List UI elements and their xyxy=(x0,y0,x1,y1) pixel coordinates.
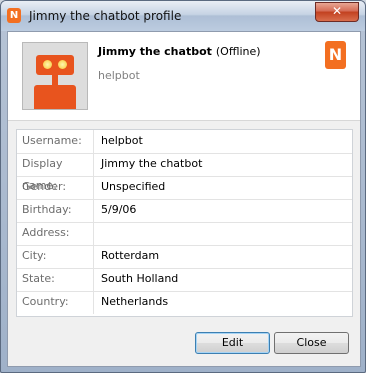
field-label: Birthday: xyxy=(17,199,94,222)
field-value: Jimmy the chatbot xyxy=(101,157,203,170)
field-label: State: xyxy=(17,268,94,291)
window-title: Jimmy the chatbot profile xyxy=(29,9,182,23)
field-value: South Holland xyxy=(101,272,179,285)
field-row-gender: Gender: Unspecified xyxy=(17,176,352,200)
field-row-address: Address: xyxy=(17,222,352,246)
field-label: Gender: xyxy=(17,176,94,199)
profile-window: N Jimmy the chatbot profile ✕ Jimmy the … xyxy=(0,0,366,373)
close-window-icon[interactable]: ✕ xyxy=(315,2,359,22)
robot-eye-right xyxy=(58,60,67,69)
avatar xyxy=(22,42,88,110)
dialog-client-area: Jimmy the chatbot (Offline) helpbot N Use… xyxy=(7,31,361,367)
profile-header: Jimmy the chatbot (Offline) helpbot N xyxy=(8,32,360,121)
edit-button[interactable]: Edit xyxy=(195,332,270,354)
online-status: (Offline) xyxy=(215,45,261,58)
field-label: Address: xyxy=(17,222,94,245)
robot-body xyxy=(34,85,76,109)
field-row-display-name: Display name: Jimmy the chatbot xyxy=(17,153,352,192)
field-value: Netherlands xyxy=(101,295,169,308)
field-label: Country: xyxy=(17,291,94,314)
brand-logo-icon: N xyxy=(325,41,346,69)
field-label: City: xyxy=(17,245,94,268)
field-value: Unspecified xyxy=(101,180,166,193)
field-row-username: Username: helpbot xyxy=(17,130,352,154)
field-label: Username: xyxy=(17,130,94,153)
field-row-birthday: Birthday: 5/9/06 xyxy=(17,199,352,223)
robot-eye-left xyxy=(43,60,52,69)
field-value: 5/9/06 xyxy=(101,203,137,216)
title-bar[interactable]: N Jimmy the chatbot profile ✕ xyxy=(1,1,365,31)
profile-username: helpbot xyxy=(98,69,140,82)
close-button[interactable]: Close xyxy=(274,332,349,354)
field-row-state: State: South Holland xyxy=(17,268,352,292)
app-logo-icon: N xyxy=(7,8,21,23)
field-row-country: Country: Netherlands xyxy=(17,291,352,314)
field-label: Display name: xyxy=(17,153,94,192)
display-name-line: Jimmy the chatbot (Offline) xyxy=(98,45,261,58)
robot-neck xyxy=(52,75,58,85)
field-row-city: City: Rotterdam xyxy=(17,245,352,269)
robot-avatar-icon xyxy=(36,55,74,75)
profile-display-name: Jimmy the chatbot xyxy=(98,45,212,58)
field-value: helpbot xyxy=(101,134,143,147)
field-value: Rotterdam xyxy=(101,249,160,262)
profile-details-table: Username: helpbot Display name: Jimmy th… xyxy=(16,129,353,317)
